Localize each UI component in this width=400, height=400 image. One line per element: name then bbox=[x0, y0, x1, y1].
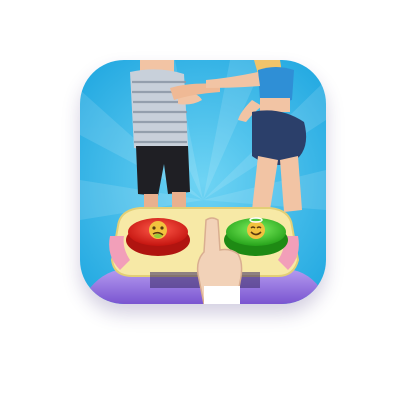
app-icon[interactable] bbox=[80, 60, 326, 304]
green-happy-emoji-button-icon[interactable] bbox=[224, 217, 288, 256]
red-sick-emoji-button-icon[interactable] bbox=[126, 218, 190, 256]
